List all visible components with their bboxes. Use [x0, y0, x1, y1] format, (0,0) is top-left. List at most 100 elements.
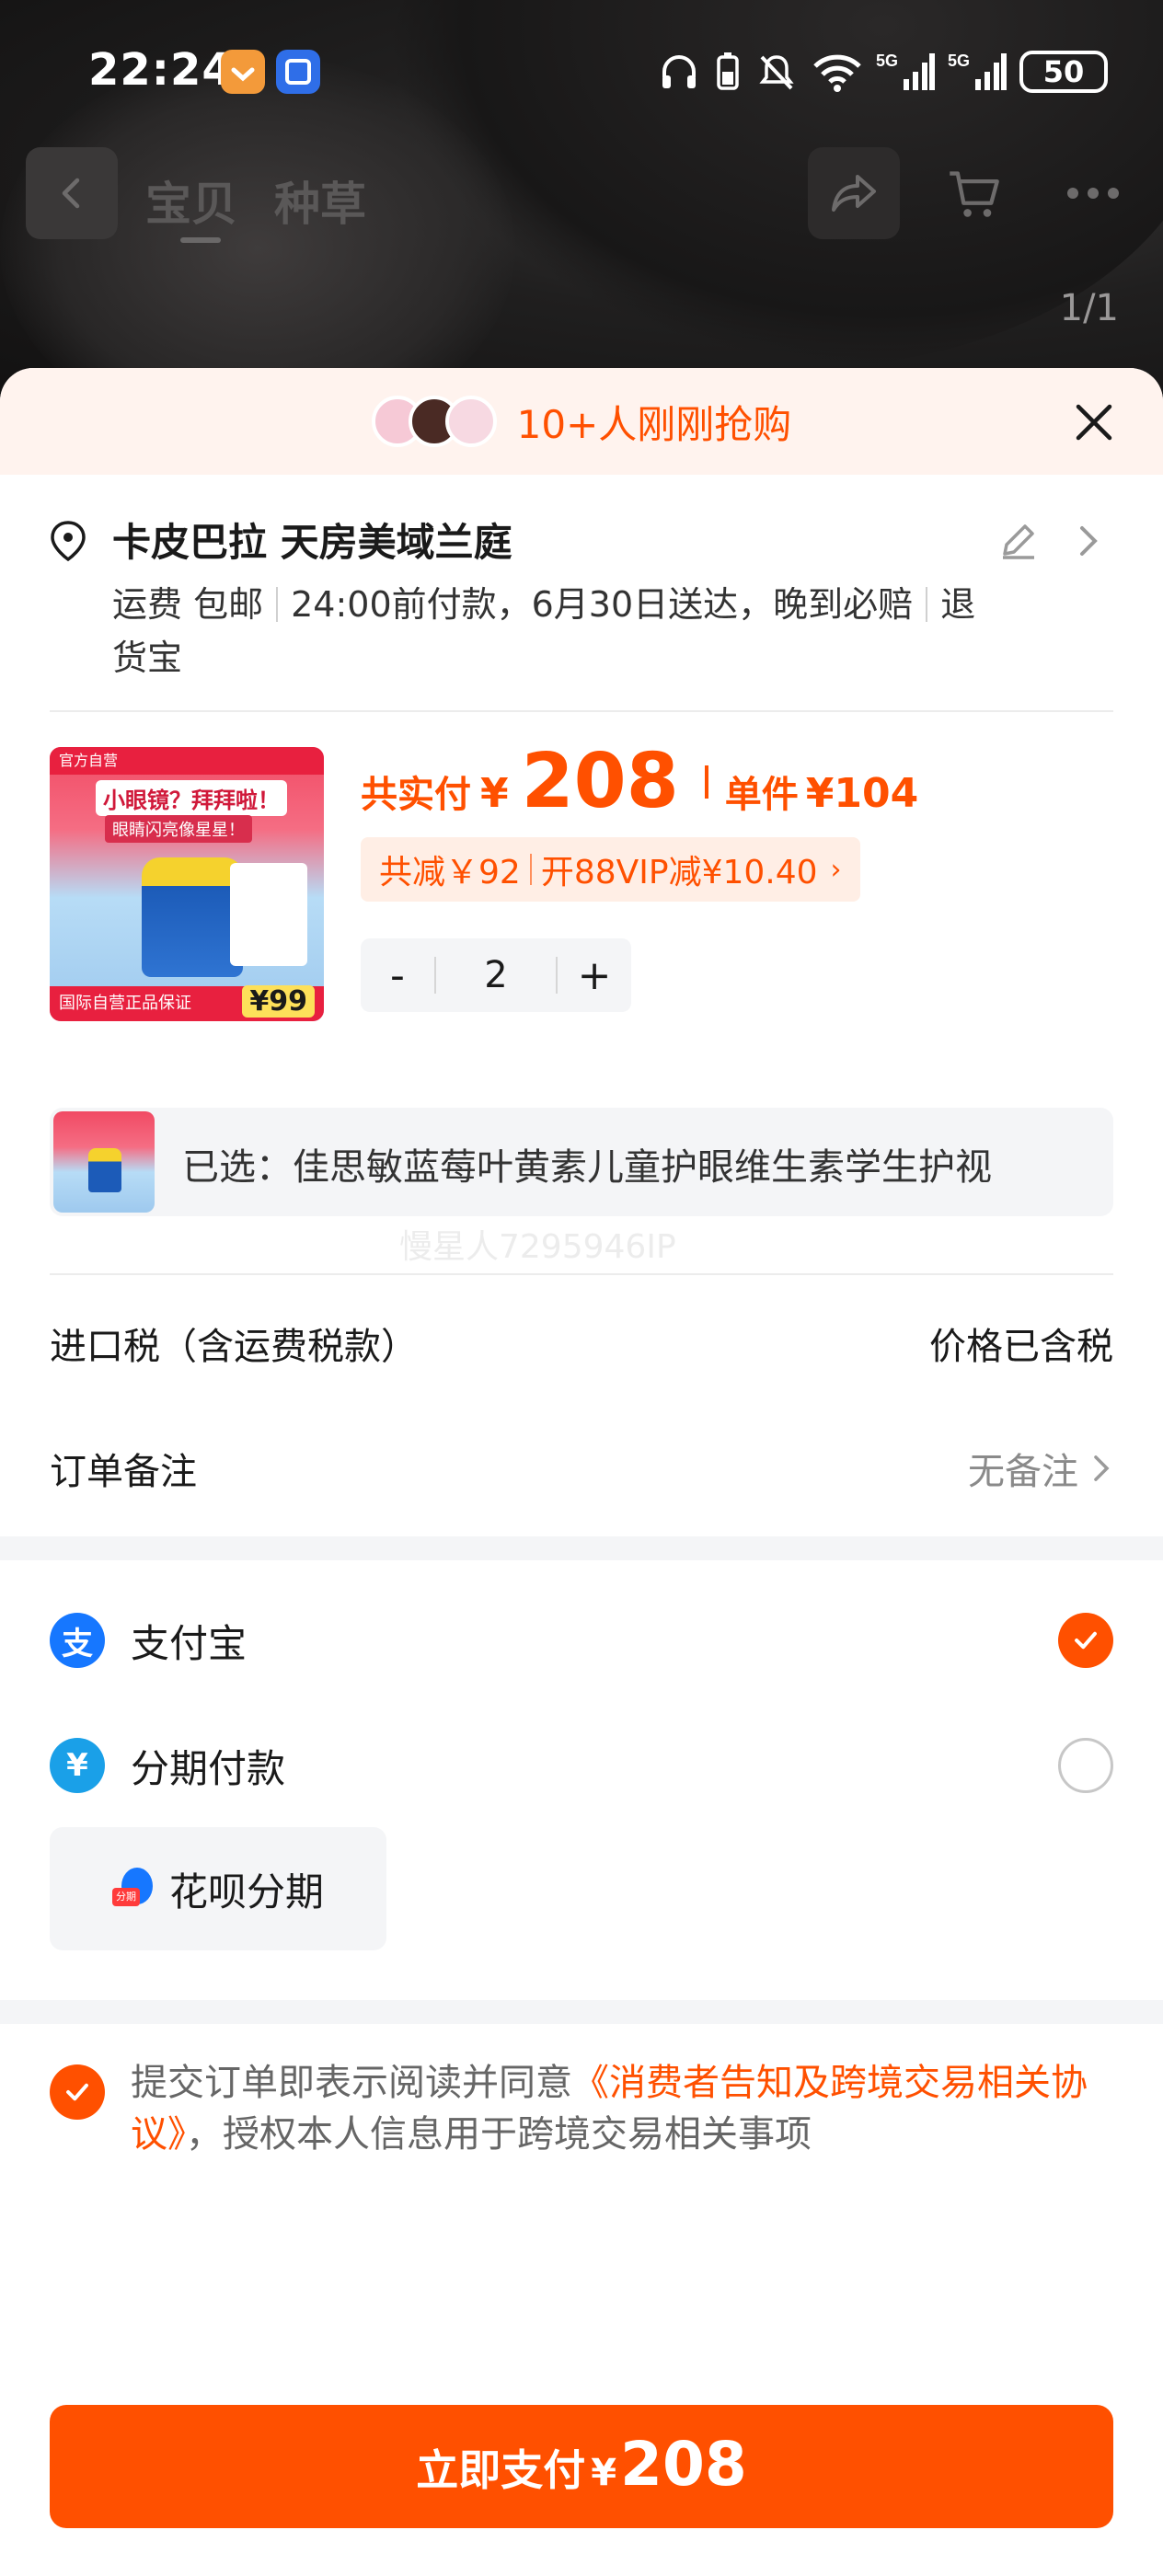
quantity-stepper: - 2 +	[361, 938, 631, 1012]
payment-option-alipay[interactable]: 支 支付宝	[50, 1608, 1113, 1673]
watermark: 慢星人7295946IP	[399, 1228, 676, 1266]
installment-label: 分期付款	[131, 1745, 286, 1791]
pay-button-currency: ¥	[591, 2452, 617, 2494]
buyer-avatars	[371, 396, 497, 447]
return-tag: 退	[940, 584, 976, 625]
product-image-headline: 小眼镜？拜拜啦！	[96, 780, 287, 816]
agreement-prefix: 提交订单即表示阅读并同意	[131, 2062, 572, 2104]
unit-price: ¥104	[805, 770, 919, 817]
delivery-text: 24:00前付款，6月30日送达，晚到必赔	[291, 584, 914, 625]
svg-text:5G: 5G	[876, 52, 898, 70]
agreement-checkbox[interactable]	[50, 2064, 105, 2120]
section-divider	[50, 710, 1113, 712]
order-remark-value-wrap: 无备注	[968, 1442, 1113, 1495]
product-backdrop: 22:24 5G 5G 50 宝贝 种草 1/1	[0, 0, 1163, 405]
divider	[704, 765, 708, 799]
import-tax-value: 价格已含税	[929, 1326, 1113, 1368]
import-tax-label: 进口税（含运费税款）	[50, 1326, 418, 1368]
order-remark-row[interactable]: 订单备注 无备注	[50, 1441, 1113, 1496]
close-icon[interactable]	[1071, 399, 1117, 445]
svg-text:5G: 5G	[948, 52, 970, 70]
selected-sku-text: 已选：佳思敏蓝莓叶黄素儿童护眼维生素学生护视	[182, 1146, 992, 1189]
decrement-button[interactable]: -	[361, 952, 434, 999]
alipay-icon: 支	[50, 1613, 105, 1668]
chevron-right-icon: ›	[830, 853, 842, 886]
cart-button[interactable]	[927, 147, 1019, 239]
section-gap	[0, 2000, 1163, 2024]
image-page-indicator: 1/1	[1059, 287, 1119, 329]
cart-icon	[950, 171, 999, 217]
agreement-text: 提交订单即表示阅读并同意《消费者告知及跨境交易相关协议》，授权本人信息用于跨境交…	[131, 2057, 1097, 2160]
product-card	[230, 863, 307, 966]
product-image-tag: 官方自营	[50, 747, 324, 775]
back-icon	[62, 178, 80, 209]
quantity-value[interactable]: 2	[436, 954, 556, 996]
section-divider	[50, 1273, 1113, 1275]
tab-zhongcao[interactable]: 种草	[274, 167, 366, 234]
shipping-value: 包邮	[193, 584, 264, 625]
product-bottle	[142, 857, 243, 977]
alipay-label: 支付宝	[131, 1620, 248, 1666]
divider	[276, 587, 279, 622]
buyers-banner-text: 10+人刚刚抢购	[516, 401, 792, 447]
shipping-label: 运费	[112, 584, 183, 625]
total-amount: 208	[521, 738, 679, 825]
address-title[interactable]: 卡皮巴拉 天房美域兰庭	[112, 512, 512, 568]
signal-5g-icon: 5G	[876, 52, 935, 90]
unchecked-radio-icon[interactable]	[1058, 1738, 1113, 1793]
pay-button-amount: 208	[620, 2429, 747, 2500]
section-gap	[0, 1536, 1163, 1560]
chevron-right-icon[interactable]	[1075, 521, 1102, 561]
discount-vip: 开88VIP减¥10.40	[540, 854, 818, 891]
tab-baobei[interactable]: 宝贝	[145, 167, 237, 234]
unit-label: 单件	[724, 774, 799, 816]
more-icon	[1067, 188, 1119, 199]
battery-indicator: 50	[1019, 51, 1108, 93]
huabei-installment-button[interactable]: 分期 花呗分期	[50, 1827, 386, 1950]
huabei-label: 花呗分期	[168, 1869, 324, 1915]
system-icons: 5G 5G 50	[657, 50, 1108, 94]
pay-now-button[interactable]: 立即支付 ¥ 208	[50, 2405, 1113, 2528]
signal-5g-icon: 5G	[948, 52, 1007, 90]
pay-button-label: 立即支付	[416, 2445, 586, 2495]
import-tax-row: 进口税（含运费税款） 价格已含税	[50, 1316, 1113, 1371]
selected-sku[interactable]: 已选：佳思敏蓝莓叶黄素儿童护眼维生素学生护视	[50, 1108, 1113, 1216]
share-icon	[832, 175, 876, 212]
edit-address-icon[interactable]	[997, 521, 1038, 561]
total-label: 共实付	[361, 774, 471, 816]
top-nav: 宝贝 种草	[0, 147, 1163, 243]
wifi-icon	[813, 54, 861, 92]
payment-option-installment[interactable]: ¥ 分期付款	[50, 1733, 1113, 1798]
battery-small-icon	[717, 52, 739, 90]
chevron-right-icon	[1094, 1455, 1110, 1481]
active-tab-indicator	[180, 237, 221, 243]
notification-app-icon-2	[276, 50, 320, 94]
delivery-info: 运费 包邮 24:00前付款，6月30日送达，晚到必赔退货宝	[112, 578, 1042, 684]
share-button[interactable]	[808, 147, 900, 239]
checked-icon[interactable]	[1058, 1613, 1113, 1668]
avatar	[444, 396, 497, 447]
discount-badge[interactable]: 共减￥92 开88VIP减¥10.40 ›	[361, 837, 860, 902]
order-remark-label: 订单备注	[50, 1451, 197, 1493]
increment-button[interactable]: +	[558, 952, 631, 999]
discount-total: 共减￥92	[379, 854, 521, 891]
sku-thumbnail	[53, 1111, 155, 1213]
agreement-suffix: ，授权本人信息用于跨境交易相关事项	[186, 2113, 812, 2156]
mute-icon	[759, 55, 794, 90]
product-image-price: ¥99	[242, 985, 315, 1018]
installment-icon: ¥	[50, 1738, 105, 1793]
return-tag-2: 货宝	[112, 638, 183, 678]
status-bar: 22:24 5G 5G 50	[0, 37, 1163, 110]
order-remark-value: 无备注	[968, 1451, 1078, 1493]
buyers-banner: 10+人刚刚抢购	[0, 368, 1163, 475]
huabei-icon: 分期	[111, 1868, 155, 1910]
product-image[interactable]: 官方自营 小眼镜？拜拜啦！ 眼睛闪亮像星星！ 国际自营正品保证 ¥99	[50, 747, 324, 1021]
divider	[926, 587, 928, 622]
total-currency: ¥	[480, 770, 509, 817]
headphones-icon	[662, 55, 696, 88]
notification-app-icon	[221, 50, 265, 94]
product-image-sub: 眼睛闪亮像星星！	[105, 815, 252, 843]
more-button[interactable]	[1047, 147, 1139, 239]
divider	[529, 854, 532, 885]
back-button[interactable]	[26, 147, 118, 239]
